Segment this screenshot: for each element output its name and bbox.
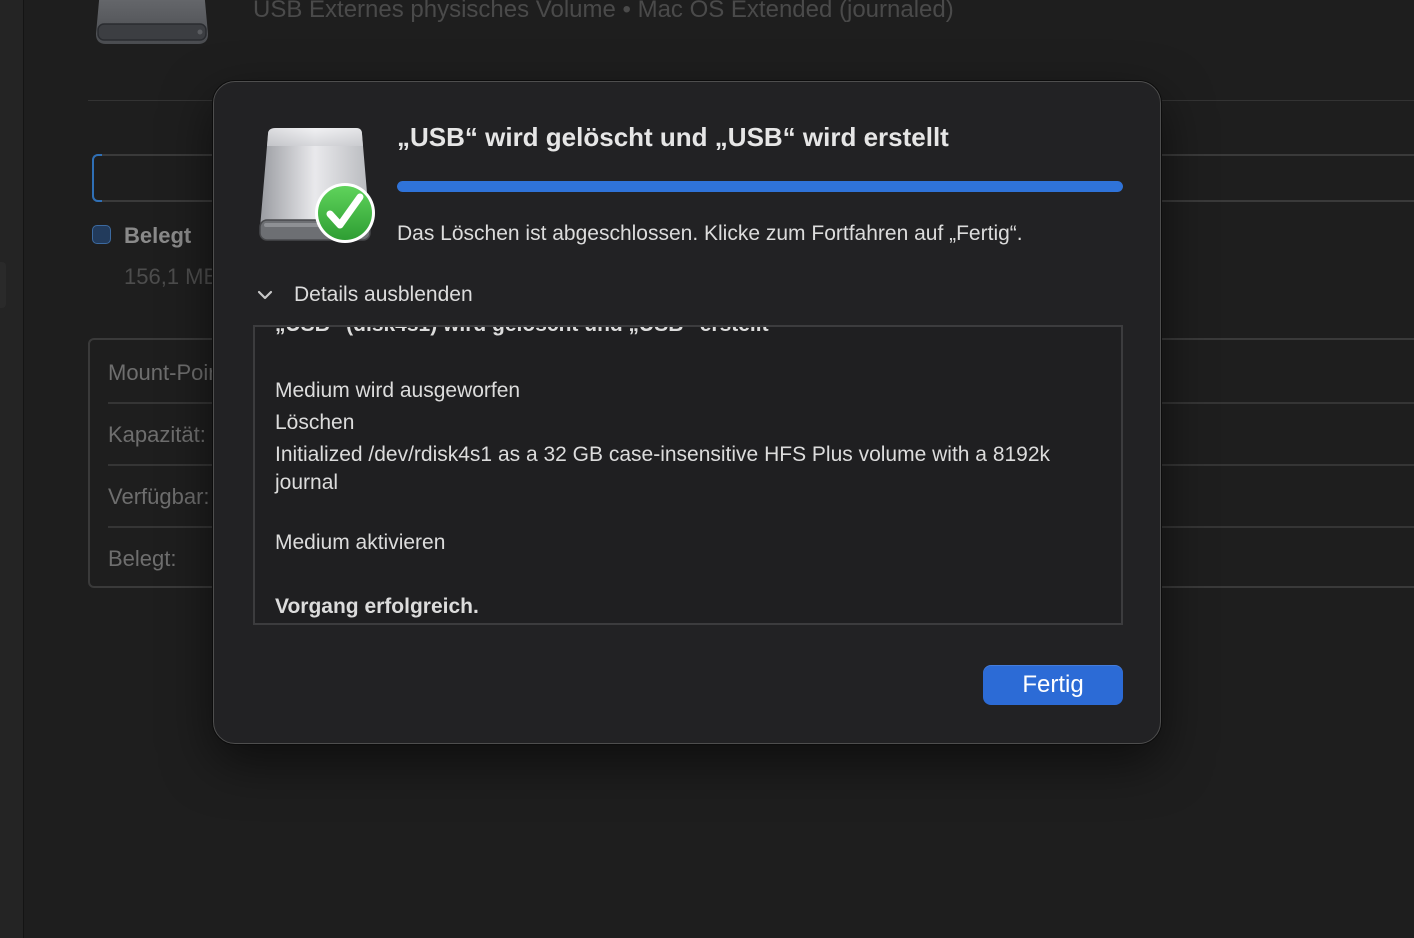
external-drive-with-checkmark-icon: [259, 128, 375, 243]
dialog-title: „USB“ wird gelöscht und „USB“ wird erste…: [397, 122, 949, 152]
progress-bar: [397, 181, 1123, 192]
legend-label: Belegt: [124, 223, 192, 248]
erase-dialog: „USB“ wird gelöscht und „USB“ wird erste…: [213, 81, 1161, 744]
log-line: Medium aktivieren: [275, 531, 446, 554]
log-line: „USB“ (disk4s1) wird gelöscht und „USB“ …: [275, 327, 1095, 339]
info-row-used: Belegt:: [108, 546, 177, 571]
info-row-capacity: Kapazität:: [108, 422, 206, 447]
chevron-down-icon[interactable]: [254, 284, 276, 306]
log-line: Initialized /dev/rdisk4s1 as a 32 GB cas…: [275, 443, 1051, 494]
sidebar-scroll-handle[interactable]: [0, 262, 6, 308]
log-line: Medium wird ausgeworfen: [275, 379, 521, 402]
details-log[interactable]: „USB“ (disk4s1) wird gelöscht und „USB“ …: [253, 325, 1123, 625]
details-toggle[interactable]: Details ausblenden: [254, 281, 473, 309]
legend-value: 156,1 MB: [124, 264, 219, 289]
volume-subtitle: USB Externes physisches Volume • Mac OS …: [253, 0, 954, 23]
log-success-line: Vorgang erfolgreich.: [275, 595, 479, 618]
status-message: Das Löschen ist abgeschlossen. Klicke zu…: [397, 222, 1023, 245]
details-toggle-label[interactable]: Details ausblenden: [294, 283, 473, 307]
sidebar-edge: [0, 0, 24, 938]
info-row-available: Verfügbar:: [108, 484, 210, 509]
done-button[interactable]: Fertig: [983, 665, 1123, 705]
progress-bar-fill: [397, 181, 1123, 192]
log-line: Löschen: [275, 411, 355, 434]
legend-swatch: [92, 225, 111, 244]
usage-bar-used-segment: [92, 154, 102, 202]
external-drive-icon: [96, 0, 208, 44]
